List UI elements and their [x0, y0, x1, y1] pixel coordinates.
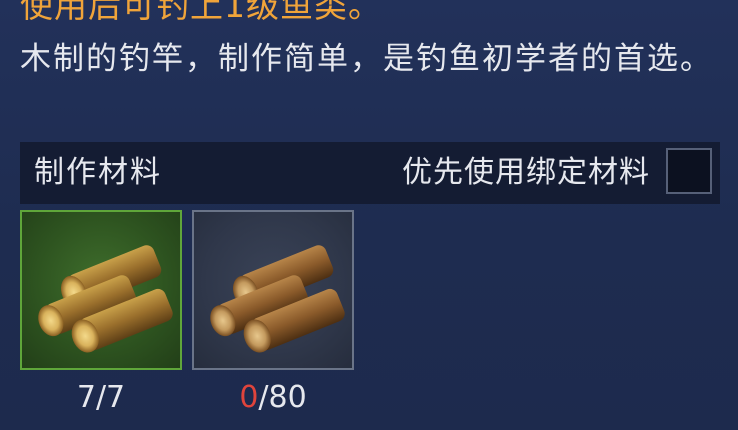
material-need-count: /80	[258, 380, 307, 415]
prefer-bound-label: 优先使用绑定材料	[402, 155, 650, 190]
item-effect-text: 使用后可钓上1级鱼类。	[20, 0, 382, 25]
material-count-2: 0/80	[192, 378, 354, 418]
wood-logs-icon	[38, 245, 173, 353]
material-count-1: 7/7	[76, 380, 126, 415]
wood-logs-icon	[210, 245, 345, 353]
material-slot-2[interactable]	[192, 210, 354, 370]
item-tooltip-panel: 使用后可钓上1级鱼类。 木制的钓竿，制作简单，是钓鱼初学者的首选。 制作材料 优…	[0, 0, 738, 430]
material-slot-1[interactable]	[20, 210, 182, 370]
materials-header: 制作材料 优先使用绑定材料	[20, 142, 720, 204]
prefer-bound-checkbox[interactable]	[666, 148, 712, 194]
item-description: 木制的钓竿，制作简单，是钓鱼初学者的首选。	[20, 41, 713, 77]
material-have-count: 0	[239, 380, 259, 415]
materials-title: 制作材料	[34, 155, 162, 190]
